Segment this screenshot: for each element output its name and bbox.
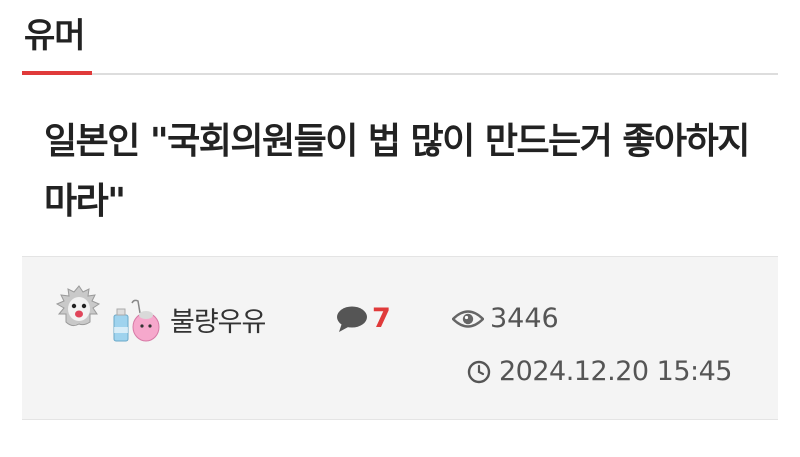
date-stat: 2024.12.20 15:45 [467, 356, 732, 387]
view-stat: 3446 [452, 303, 559, 334]
header-divider [22, 73, 778, 75]
active-tab-indicator [22, 71, 92, 75]
comment-count[interactable]: 7 [372, 303, 391, 334]
board-title[interactable]: 유머 [24, 8, 86, 57]
board-header: 유머 [0, 0, 800, 76]
speech-bubble-icon [337, 306, 367, 332]
eye-icon [452, 309, 484, 328]
view-count: 3446 [490, 303, 559, 334]
milk-level-icon [113, 299, 160, 342]
comment-stat: 7 [336, 303, 391, 334]
ghost-avatar-icon[interactable] [54, 282, 104, 330]
author-nickname[interactable]: 불량우유 [170, 300, 266, 339]
post-title: 일본인 "국회의원들이 법 많이 만드는거 좋아하지 마라" [44, 121, 750, 222]
clock-icon [467, 360, 491, 383]
post-date: 2024.12.20 15:45 [499, 356, 732, 387]
